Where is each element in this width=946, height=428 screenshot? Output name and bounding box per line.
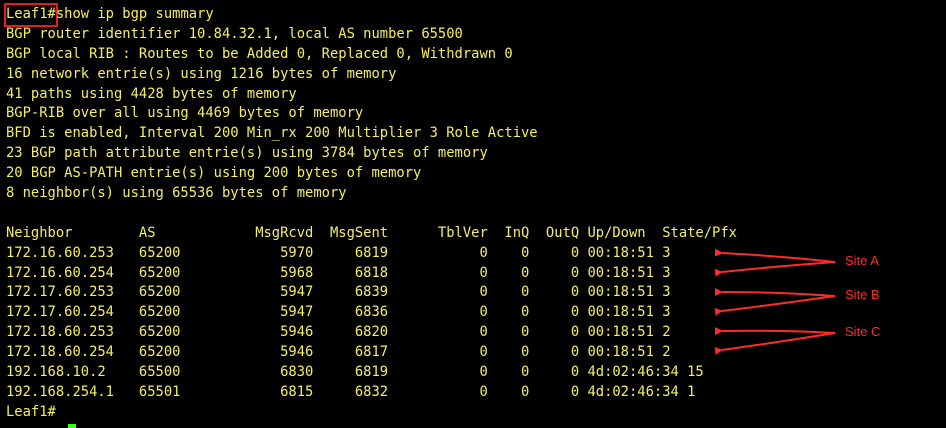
- output-line: BFD is enabled, Interval 200 Min_rx 200 …: [6, 125, 538, 142]
- output-line: BGP local RIB : Routes to be Added 0, Re…: [6, 45, 513, 62]
- terminal-cursor: [68, 424, 76, 428]
- table-row: 192.168.10.2 65500 6830 6819 0 0 0 4d:02…: [6, 364, 704, 381]
- output-line: 41 paths using 4428 bytes of memory: [6, 85, 297, 102]
- output-line: 23 BGP path attribute entrie(s) using 37…: [6, 145, 488, 162]
- table-row: 172.18.60.253 65200 5946 6820 0 0 0 00:1…: [6, 324, 671, 341]
- end-prompt-line[interactable]: Leaf1#: [6, 403, 946, 423]
- command-text: show ip bgp summary: [55, 6, 214, 22]
- output-line: 16 network entrie(s) using 1216 bytes of…: [6, 65, 397, 82]
- table-header: Neighbor AS MsgRcvd MsgSent TblVer InQ O…: [6, 224, 737, 241]
- table-row: 172.17.60.254 65200 5947 6836 0 0 0 00:1…: [6, 304, 671, 321]
- highlighted-prompt: Leaf1#: [4, 3, 58, 27]
- terminal-window[interactable]: Leaf1#show ip bgp summary BGP router ide…: [0, 0, 946, 428]
- output-line: BGP router identifier 10.84.32.1, local …: [6, 25, 463, 42]
- output-line: 20 BGP AS-PATH entrie(s) using 200 bytes…: [6, 165, 422, 182]
- table-row: 172.16.60.254 65200 5968 6818 0 0 0 00:1…: [6, 264, 671, 281]
- command-line: Leaf1#show ip bgp summary: [4, 3, 946, 27]
- output-line: 8 neighbor(s) using 65536 bytes of memor…: [6, 185, 347, 202]
- table-row: 172.17.60.253 65200 5947 6839 0 0 0 00:1…: [6, 284, 671, 301]
- table-row: 192.168.254.1 65501 6815 6832 0 0 0 4d:0…: [6, 383, 696, 400]
- cursor-line: [6, 423, 946, 428]
- end-prompt: Leaf1#: [6, 403, 56, 420]
- table-row: 172.16.60.253 65200 5970 6819 0 0 0 00:1…: [6, 244, 671, 261]
- output-line: BGP-RIB over all using 4469 bytes of mem…: [6, 105, 364, 122]
- table-row: 172.18.60.254 65200 5946 6817 0 0 0 00:1…: [6, 344, 671, 361]
